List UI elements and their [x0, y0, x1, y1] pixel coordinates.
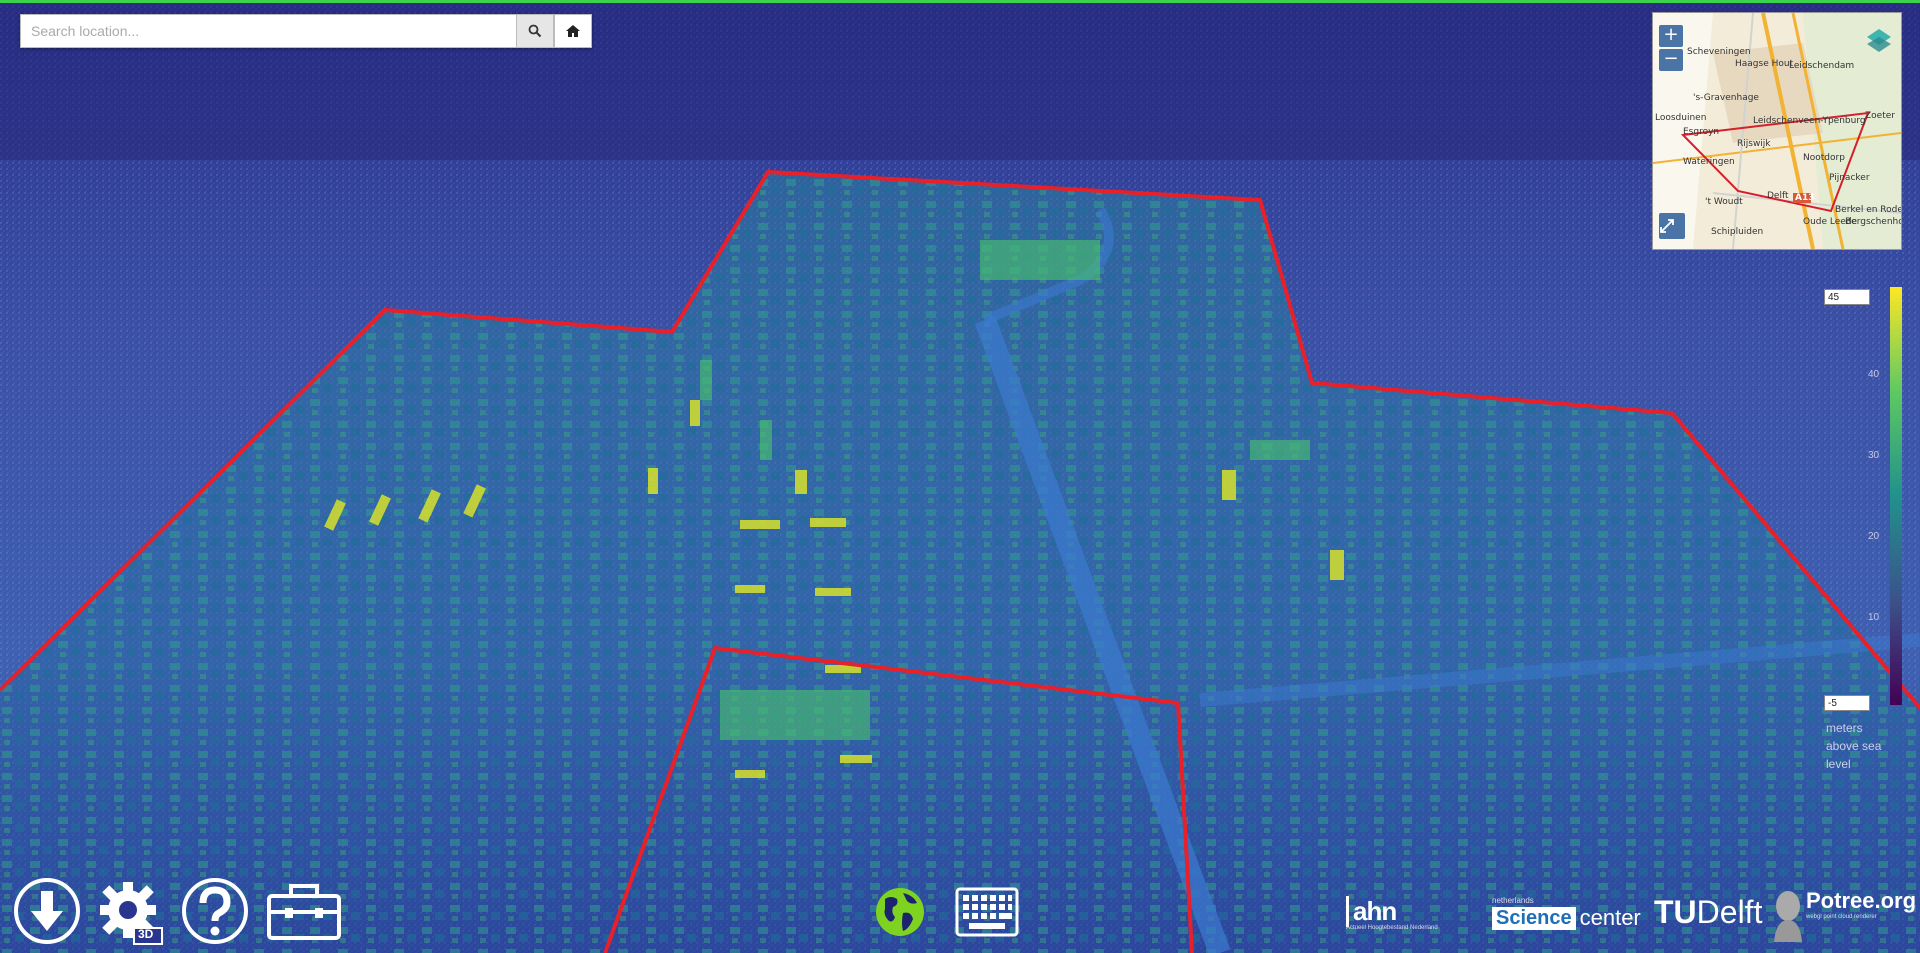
minimap-place: Esgroyn [1683, 127, 1720, 137]
potree-logo[interactable]: Potree.org webgl point cloud renderer [1770, 888, 1917, 942]
tudelft-logo[interactable]: TUDelft [1654, 894, 1762, 931]
legend-max-input[interactable]: 45 [1824, 289, 1870, 305]
ahn-logo-text: ahn [1346, 896, 1438, 927]
minimap-place: 's-Gravenhage [1693, 93, 1759, 103]
potree-text: Potree.org [1806, 888, 1917, 913]
search-button[interactable] [516, 14, 554, 48]
toolbox-icon [267, 884, 341, 940]
minimap-place: Zoeter [1865, 111, 1895, 121]
minimap-place: Leidschendam [1789, 61, 1855, 71]
minimap-place: Leidschenveen-Ypenburg [1753, 116, 1866, 126]
help-icon [182, 878, 248, 944]
minimap-place: Pijnacker [1829, 173, 1870, 183]
legend-min-input[interactable]: -5 [1824, 695, 1870, 711]
top-accent-line [0, 0, 1920, 3]
elevation-legend: 45 40 30 20 10 -5 meters above sea level [1820, 285, 1915, 775]
tu-text: TU [1654, 894, 1697, 930]
overview-minimap[interactable]: Scheveningen Haagse Hout Leidschendam 's… [1652, 12, 1902, 250]
minimap-place: Loosduinen [1655, 113, 1707, 123]
help-button[interactable] [180, 876, 250, 946]
delft-text: Delft [1696, 894, 1763, 930]
minimap-zoom-in-button[interactable]: + [1659, 25, 1683, 47]
badge-3d: 3D [138, 927, 154, 941]
home-button[interactable] [554, 14, 592, 48]
minimap-place: Nootdorp [1803, 153, 1845, 163]
toolbox-button[interactable] [264, 876, 344, 946]
minimap-road-label: A13 [1795, 193, 1815, 203]
legend-unit: meters above sea level [1826, 719, 1896, 773]
minimap-zoom-out-button[interactable]: − [1659, 49, 1683, 71]
science-center-logo[interactable]: netherlands Science center [1492, 896, 1641, 931]
keyboard-shortcuts-button[interactable] [952, 884, 1022, 940]
layers-icon [1867, 29, 1891, 52]
home-icon [566, 25, 580, 37]
minimap-place: Haagse Hout [1735, 59, 1794, 69]
minimap-place: Delft [1767, 191, 1789, 201]
legend-tick: 40 [1868, 369, 1880, 380]
legend-unit-line: meters [1826, 721, 1863, 735]
legend-tick: 30 [1868, 450, 1880, 461]
ahn-logo[interactable]: ahn Actueel Hoogtebestand Nederland [1346, 896, 1438, 931]
legend-tick: 20 [1868, 531, 1880, 542]
point-cloud-viewport[interactable] [0, 0, 1920, 953]
search-bar [20, 14, 592, 48]
globe-button[interactable] [870, 882, 930, 942]
search-input[interactable] [20, 14, 516, 48]
minimap-place: Berkel en Rodenrijs [1835, 205, 1902, 215]
potree-subtitle: webgl point cloud renderer [1806, 914, 1877, 920]
download-icon [14, 878, 80, 944]
legend-tick: 10 [1868, 612, 1880, 623]
minimap-place: Schipluiden [1711, 227, 1764, 237]
download-button[interactable] [12, 876, 82, 946]
gear-icon [100, 882, 163, 945]
globe-icon [876, 888, 924, 936]
settings-3d-button[interactable]: 3D [96, 876, 166, 946]
search-icon [528, 24, 542, 38]
minimap-place: 't Woudt [1705, 197, 1743, 207]
potree-bust-icon [1774, 891, 1802, 942]
science-text: Science [1492, 906, 1576, 930]
minimap-place: Scheveningen [1687, 47, 1751, 57]
minimap-place: Rijswijk [1737, 139, 1771, 149]
science-center-small-text: netherlands [1492, 896, 1534, 905]
keyboard-icon [955, 887, 1019, 937]
minimap-place: Wateringen [1683, 157, 1735, 167]
ahn-logo-subtitle: Actueel Hoogtebestand Nederland [1346, 925, 1438, 931]
minimap-fullscreen-button[interactable] [1659, 213, 1685, 239]
center-text: center [1579, 905, 1641, 930]
legend-color-ramp [1890, 287, 1902, 705]
fullscreen-icon [1660, 219, 1674, 233]
legend-unit-line: above sea [1826, 739, 1882, 753]
legend-unit-line: level [1826, 757, 1851, 771]
minimap-place: Oude Leede [1803, 217, 1858, 227]
